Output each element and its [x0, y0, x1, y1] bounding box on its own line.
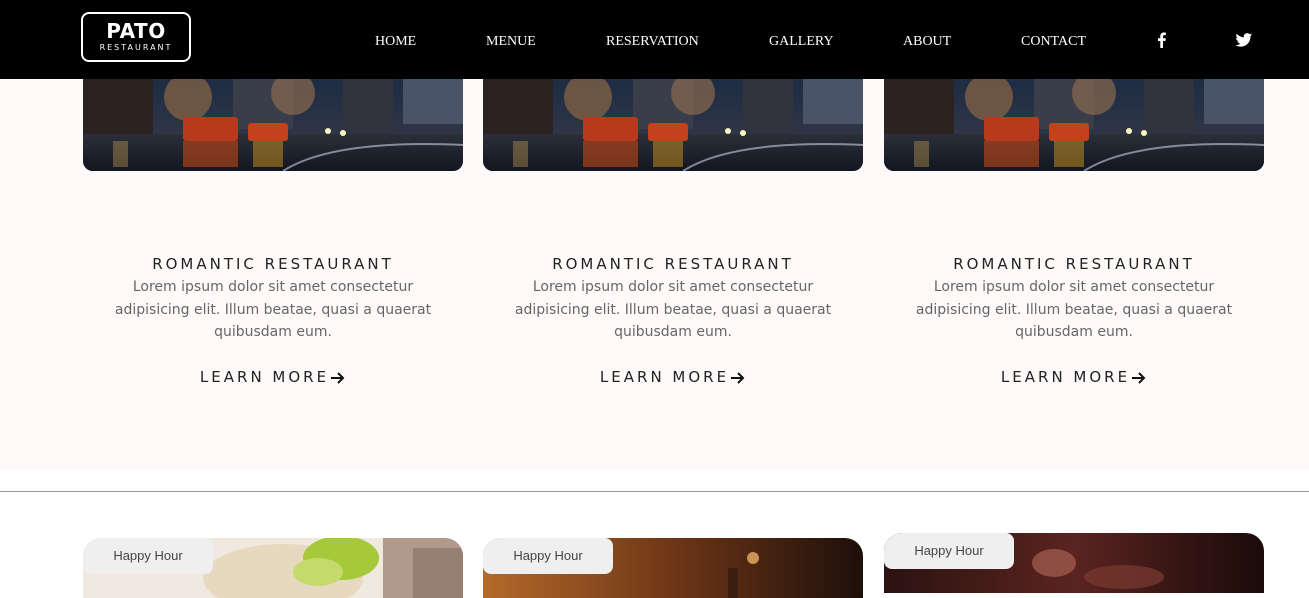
section-divider — [0, 491, 1309, 492]
learn-more-link[interactable]: LEARN MORE — [884, 367, 1264, 387]
learn-more-label: LEARN MORE — [199, 368, 330, 386]
feature-card: ROMANTIC RESTAURANT Lorem ipsum dolor si… — [83, 79, 463, 470]
nav-home[interactable]: HOME — [375, 33, 416, 51]
happy-hour-badge: Happy Hour — [884, 533, 1014, 569]
learn-more-label: LEARN MORE — [599, 368, 730, 386]
card-title: ROMANTIC RESTAURANT — [552, 255, 794, 273]
features-section: ROMANTIC RESTAURANT Lorem ipsum dolor si… — [0, 79, 1309, 470]
card-description: Lorem ipsum dolor sit amet consectetur a… — [514, 279, 832, 340]
facebook-icon[interactable] — [1152, 30, 1172, 50]
card-description: Lorem ipsum dolor sit amet consectetur a… — [114, 279, 432, 340]
happy-hour-badge: Happy Hour — [483, 538, 613, 574]
card-image — [83, 79, 463, 171]
navbar: PATO RESTAURANT HOME MENUE RESERVATION G… — [0, 0, 1309, 79]
nav-contact[interactable]: CONTACT — [1021, 33, 1086, 51]
happy-hour-card[interactable]: Happy Hour — [483, 538, 863, 598]
arrow-right-icon — [731, 371, 745, 384]
arrow-right-icon — [331, 371, 345, 384]
logo-name: PATO — [106, 19, 166, 43]
arrow-right-icon — [1132, 371, 1146, 384]
learn-more-link[interactable]: LEARN MORE — [483, 367, 863, 387]
logo[interactable]: PATO RESTAURANT — [81, 12, 191, 62]
twitter-icon[interactable] — [1234, 30, 1254, 50]
happy-hour-badge: Happy Hour — [83, 538, 213, 574]
learn-more-label: LEARN MORE — [1000, 368, 1131, 386]
card-image — [884, 79, 1264, 171]
nav-menue[interactable]: MENUE — [486, 33, 536, 51]
nav-gallery[interactable]: GALLERY — [769, 33, 834, 51]
nav-reservation[interactable]: RESERVATION — [606, 33, 699, 51]
happy-hour-card[interactable]: Happy Hour — [884, 533, 1264, 593]
feature-card: ROMANTIC RESTAURANT Lorem ipsum dolor si… — [884, 79, 1264, 470]
feature-card: ROMANTIC RESTAURANT Lorem ipsum dolor si… — [483, 79, 863, 470]
logo-subtitle: RESTAURANT — [99, 43, 173, 52]
card-description: Lorem ipsum dolor sit amet consectetur a… — [915, 279, 1233, 340]
nav-about[interactable]: ABOUT — [903, 33, 951, 51]
card-title: ROMANTIC RESTAURANT — [953, 255, 1195, 273]
card-image — [483, 79, 863, 171]
happy-hour-card[interactable]: Happy Hour — [83, 538, 463, 598]
card-title: ROMANTIC RESTAURANT — [152, 255, 394, 273]
learn-more-link[interactable]: LEARN MORE — [83, 367, 463, 387]
